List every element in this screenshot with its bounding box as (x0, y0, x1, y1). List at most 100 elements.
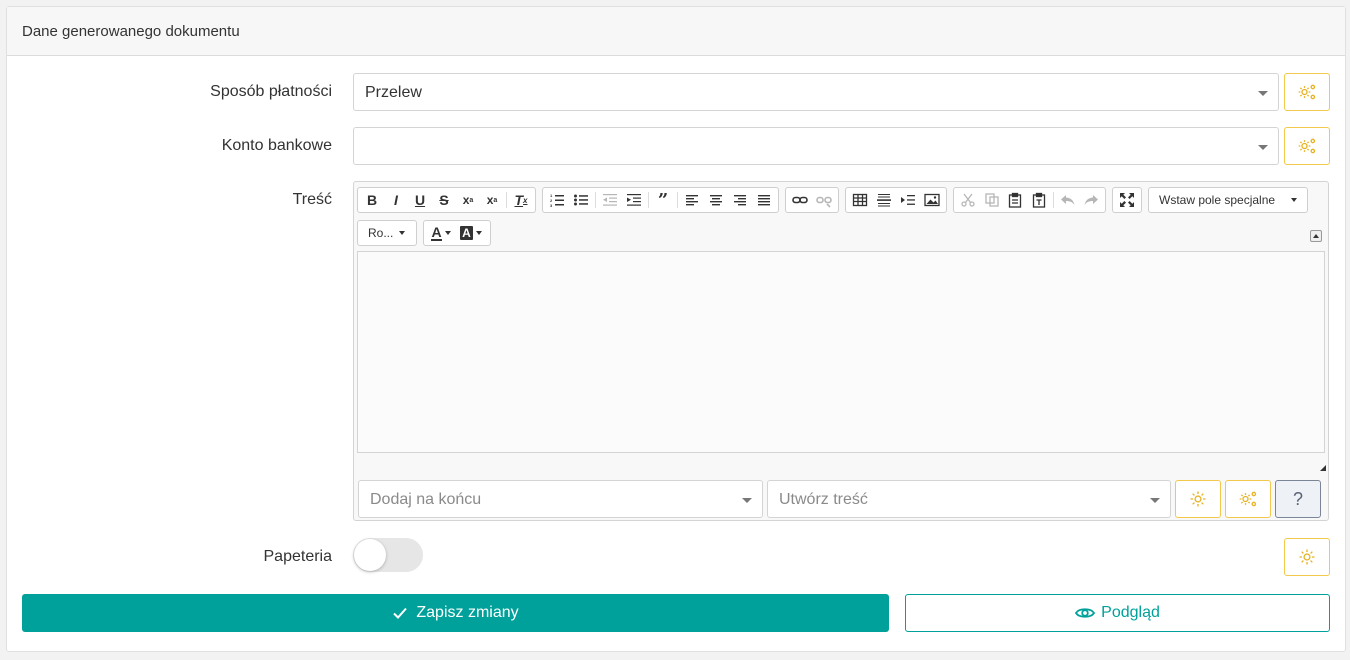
special-field-dropdown[interactable]: Wstaw pole specjalne (1148, 187, 1308, 213)
question-icon: ? (1292, 488, 1303, 509)
unlink-button[interactable] (812, 189, 836, 211)
toolbar-insert (845, 187, 947, 213)
bank-account-label: Konto bankowe (221, 137, 332, 154)
align-center-icon (710, 195, 722, 206)
toolbar-paragraph: 123 ” (542, 187, 779, 213)
underline-button[interactable]: U (408, 189, 432, 211)
font-select: Ro... (360, 222, 413, 244)
text-color-button[interactable]: A (426, 222, 456, 244)
chevron-down-icon (1258, 91, 1268, 96)
subscript-button[interactable]: xa (456, 189, 480, 211)
resize-handle[interactable] (1320, 465, 1326, 471)
payment-select[interactable]: Przelew (353, 73, 1279, 111)
special-field-select: Wstaw pole specjalne (1151, 189, 1305, 211)
align-left-button[interactable] (680, 189, 704, 211)
copy-icon (984, 193, 999, 207)
justify-button[interactable] (752, 189, 776, 211)
bold-button[interactable]: B (360, 189, 384, 211)
content-settings-button[interactable] (1175, 480, 1221, 518)
preview-label: Podgląd (1101, 604, 1160, 621)
align-center-button[interactable] (704, 189, 728, 211)
create-content-select[interactable]: Utwórz treść (767, 480, 1171, 518)
indent-button[interactable] (622, 189, 646, 211)
chevron-down-icon (1258, 145, 1268, 150)
align-right-button[interactable] (728, 189, 752, 211)
outdent-button[interactable] (598, 189, 622, 211)
content-advanced-settings-button[interactable] (1225, 480, 1271, 518)
gears-icon (1298, 138, 1316, 154)
cut-button[interactable] (956, 189, 980, 211)
paste-text-icon (1032, 192, 1045, 208)
chevron-down-icon (742, 498, 752, 503)
font-dropdown[interactable]: Ro... (357, 220, 417, 246)
image-icon (924, 193, 940, 207)
undo-icon (1060, 195, 1074, 205)
remove-format-button[interactable]: Tx (509, 189, 533, 211)
create-content-placeholder: Utwórz treść (779, 491, 868, 508)
toolbar-separator (677, 192, 678, 208)
save-label: Zapisz zmiany (416, 604, 519, 621)
justify-icon (758, 195, 770, 206)
align-left-icon (686, 195, 698, 206)
toggle-knob (354, 539, 386, 571)
check-icon (393, 607, 408, 619)
scissors-icon (961, 193, 975, 207)
italic-button[interactable]: I (384, 189, 408, 211)
background-color-button[interactable]: A (456, 222, 486, 244)
toolbar-separator (506, 192, 507, 208)
append-select[interactable]: Dodaj na końcu (358, 480, 763, 518)
gears-icon (1239, 491, 1257, 507)
font-value: Ro... (368, 226, 394, 240)
chevron-down-icon (399, 231, 406, 235)
stationery-settings-button[interactable] (1284, 538, 1330, 576)
blockquote-button[interactable]: ” (651, 189, 675, 211)
preview-button[interactable]: Podgląd (905, 594, 1330, 632)
save-button[interactable]: Zapisz zmiany (22, 594, 889, 632)
toolbar-separator (1052, 192, 1054, 208)
redo-button[interactable] (1079, 189, 1103, 211)
background-color-letter: A (460, 226, 473, 240)
numbered-list-icon: 123 (550, 193, 564, 208)
stationery-label: Papeteria (263, 548, 333, 565)
bulleted-list-button[interactable] (569, 189, 593, 211)
toolbar-colors: A A (423, 220, 491, 246)
paste-icon (1009, 192, 1022, 208)
stationery-toggle[interactable] (353, 538, 423, 572)
append-placeholder: Dodaj na końcu (370, 491, 482, 508)
eye-icon (1075, 608, 1096, 618)
maximize-icon (1120, 193, 1134, 207)
payment-label: Sposób płatności (210, 83, 332, 100)
chevron-down-icon (1150, 498, 1160, 503)
horizontal-line-button[interactable] (872, 189, 896, 211)
text-color-letter: A (431, 223, 442, 241)
indent-icon (627, 194, 641, 206)
paste-button[interactable] (1003, 189, 1027, 211)
bulleted-list-icon (574, 194, 588, 206)
svg-text:3: 3 (550, 203, 553, 208)
paste-text-button[interactable] (1027, 189, 1051, 211)
rich-text-editor: B I U S xa xa Tx 123 ” Wstaw pole specja… (353, 181, 1329, 521)
strikethrough-button[interactable]: S (432, 189, 456, 211)
toolbar-separator (648, 192, 649, 208)
chevron-down-icon (444, 231, 451, 235)
maximize-button[interactable] (1115, 189, 1139, 211)
payment-settings-button[interactable] (1284, 73, 1330, 111)
link-icon (792, 196, 808, 204)
horizontal-line-icon (877, 194, 891, 207)
image-button[interactable] (920, 189, 944, 211)
superscript-button[interactable]: xa (480, 189, 504, 211)
copy-button[interactable] (980, 189, 1004, 211)
bank-account-select[interactable] (353, 127, 1279, 165)
table-button[interactable] (848, 189, 872, 211)
numbered-list-button[interactable]: 123 (545, 189, 569, 211)
editor-content-area[interactable] (357, 251, 1325, 453)
page-break-button[interactable] (896, 189, 920, 211)
toolbar-tools (1112, 187, 1142, 213)
collapse-toolbar-button[interactable] (1310, 230, 1322, 242)
page-break-icon (901, 195, 915, 205)
help-button[interactable]: ? (1275, 480, 1321, 518)
link-button[interactable] (788, 189, 812, 211)
undo-button[interactable] (1056, 189, 1080, 211)
outdent-icon (603, 194, 617, 206)
bank-account-settings-button[interactable] (1284, 127, 1330, 165)
